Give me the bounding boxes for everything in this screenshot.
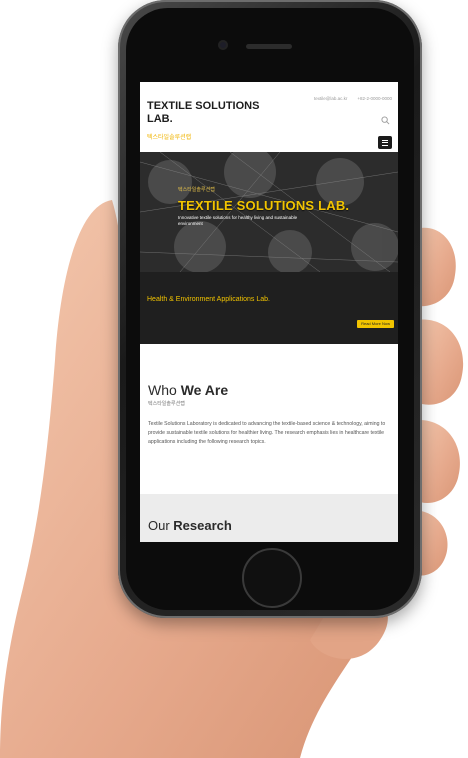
home-button[interactable] — [242, 548, 302, 608]
our-research-section: Our Research — [140, 494, 398, 542]
who-we-are-section: Who We Are 텍스타일솔루션랩 Textile Solutions La… — [140, 344, 398, 494]
hero-kicker: 텍스타일솔루션랩 — [178, 187, 215, 193]
front-camera — [218, 40, 228, 50]
phone-screen: TEXTILE SOLUTIONS LAB. 텍스타일솔루션랩 textile@… — [140, 82, 398, 542]
earpiece-speaker — [246, 44, 292, 49]
site-brand[interactable]: TEXTILE SOLUTIONS LAB. — [147, 100, 267, 126]
heading-light: Who — [148, 382, 177, 398]
site-brand-korean: 텍스타일솔루션랩 — [147, 135, 192, 141]
tagline-band: Health & Environment Applications Lab. R… — [140, 272, 398, 344]
contact-info: textile@lab.ac.kr +82-2-0000-0000 — [314, 96, 392, 101]
menu-line-icon — [382, 142, 388, 143]
heading-light: Our — [148, 518, 170, 533]
who-we-are-body: Textile Solutions Laboratory is dedicate… — [148, 421, 386, 445]
menu-line-icon — [382, 139, 388, 141]
site-header: TEXTILE SOLUTIONS LAB. 텍스타일솔루션랩 textile@… — [140, 82, 398, 152]
phone-text[interactable]: +82-2-0000-0000 — [357, 96, 392, 101]
email-text[interactable]: textile@lab.ac.kr — [314, 96, 347, 101]
menu-line-icon — [382, 144, 388, 146]
lab-tagline: Health & Environment Applications Lab. — [147, 296, 270, 303]
hero-title: TEXTILE SOLUTIONS LAB. — [178, 198, 350, 213]
hamburger-menu-button[interactable] — [378, 136, 392, 149]
our-research-heading: Our Research — [148, 518, 232, 533]
who-we-are-heading: Who We Are — [148, 382, 228, 398]
hero-banner: 텍스타일솔루션랩 TEXTILE SOLUTIONS LAB. Innovati… — [140, 152, 398, 272]
hero-description: Innovative textile solutions for healthy… — [178, 215, 298, 226]
who-we-are-subtitle: 텍스타일솔루션랩 — [148, 401, 185, 407]
heading-bold: Research — [173, 518, 232, 533]
heading-bold: We Are — [180, 382, 229, 398]
read-more-button[interactable]: Read More Now — [357, 320, 394, 328]
search-icon[interactable] — [381, 116, 390, 125]
